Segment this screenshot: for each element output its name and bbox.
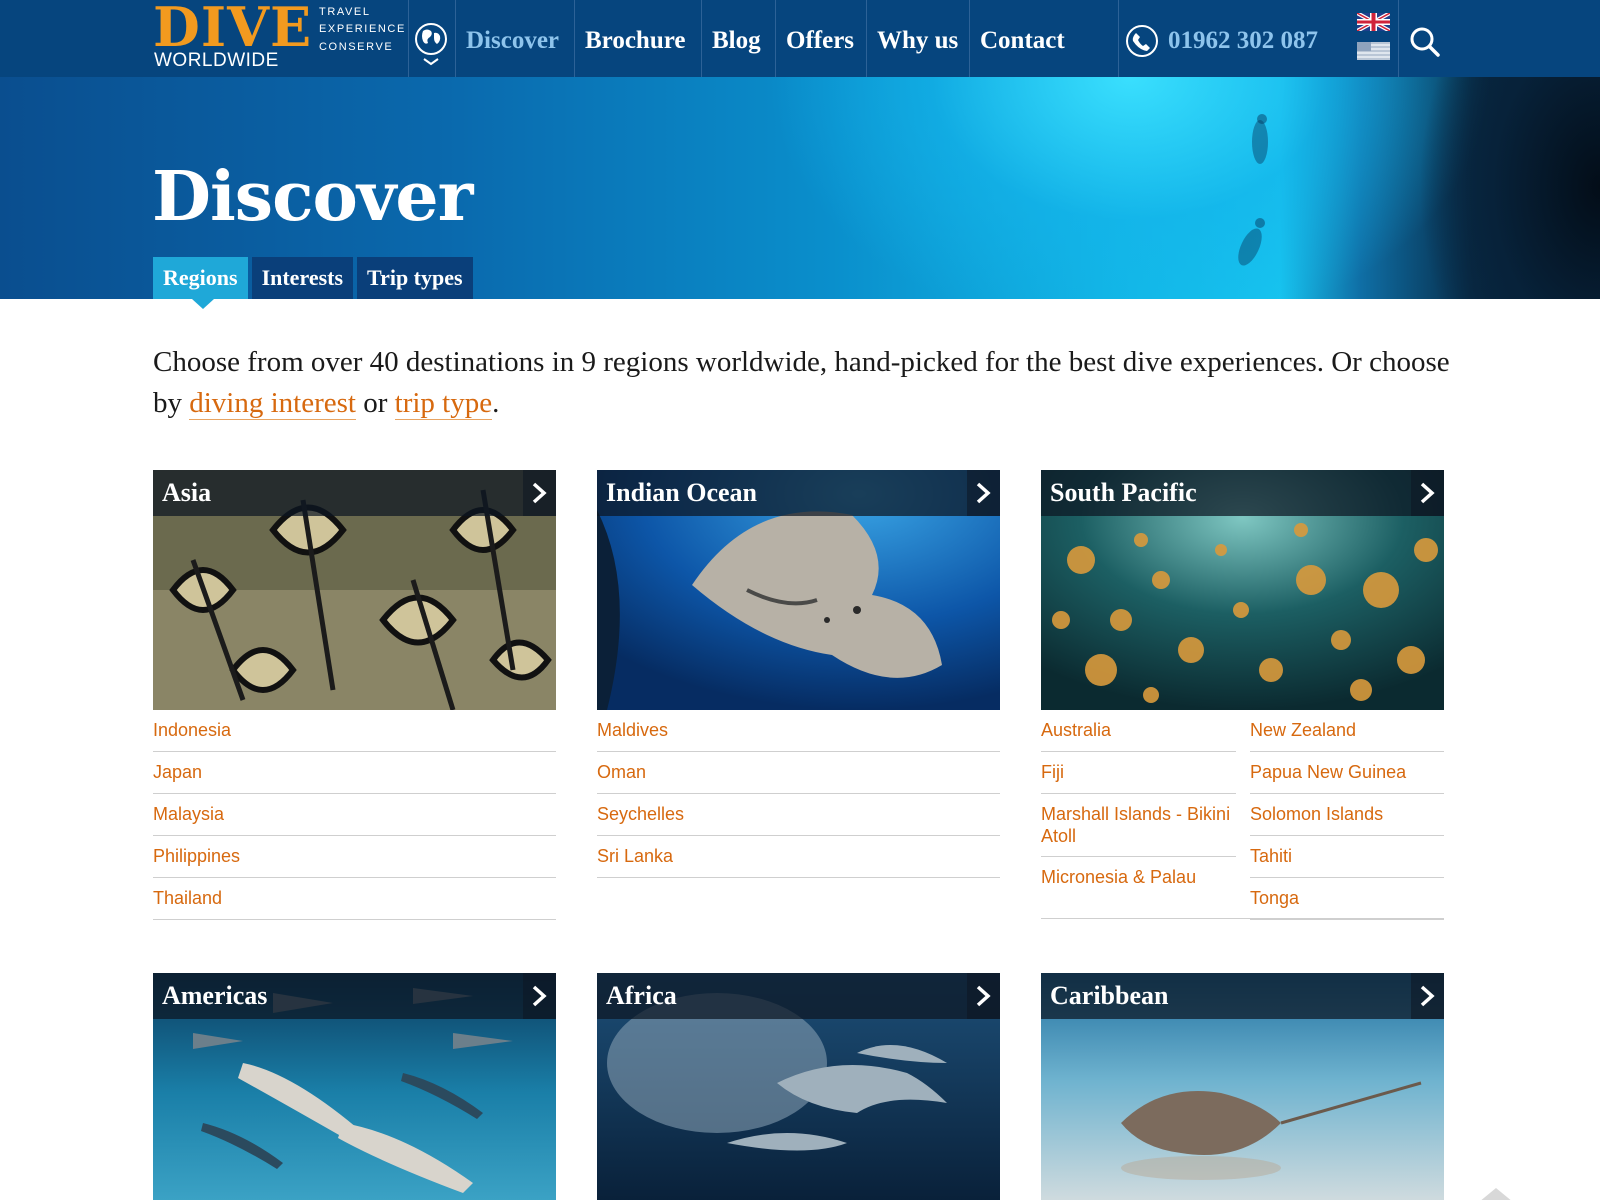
nav-divider <box>775 0 776 77</box>
phone-number: 01962 302 087 <box>1168 27 1318 54</box>
nav-blog[interactable]: Blog <box>712 21 761 61</box>
hero-cliff-shadow <box>1310 77 1600 299</box>
tab-regions[interactable]: Regions <box>153 257 248 299</box>
logo-tagline-conserve: CONSERVE <box>319 41 394 53</box>
list-divider <box>1041 918 1444 919</box>
country-link-sri-lanka[interactable]: Sri Lanka <box>597 836 1000 878</box>
region-title: Americas <box>162 981 268 1010</box>
nav-divider <box>1118 0 1119 77</box>
chevron-right-icon <box>1411 973 1444 1019</box>
chevron-right-icon <box>1411 470 1444 516</box>
discover-tabs: Regions Interests Trip types <box>153 257 477 299</box>
country-link-tahiti[interactable]: Tahiti <box>1250 836 1444 878</box>
region-title-bar: Caribbean <box>1041 973 1444 1019</box>
region-title: Caribbean <box>1050 981 1169 1010</box>
region-image-africa[interactable]: Africa <box>597 973 1000 1200</box>
intro-text: or <box>355 387 395 419</box>
back-to-top-icon[interactable] <box>1479 1188 1513 1200</box>
country-link-tonga[interactable]: Tonga <box>1250 878 1444 920</box>
top-navigation-bar: DIVE WORLDWIDE TRAVEL EXPERIENCE CONSERV… <box>0 0 1600 77</box>
nav-offers[interactable]: Offers <box>786 21 854 61</box>
country-link-fiji[interactable]: Fiji <box>1041 752 1236 794</box>
nav-brochure[interactable]: Brochure <box>585 21 685 61</box>
region-title-bar: South Pacific <box>1041 470 1444 516</box>
country-link-indonesia[interactable]: Indonesia <box>153 710 556 752</box>
nav-divider <box>455 0 456 77</box>
dive-worldwide-logo[interactable]: DIVE WORLDWIDE TRAVEL EXPERIENCE CONSERV… <box>153 0 406 72</box>
trip-type-link[interactable]: trip type <box>394 387 493 420</box>
nav-divider <box>1398 0 1399 77</box>
nav-contact[interactable]: Contact <box>980 21 1065 61</box>
country-link-solomon-islands[interactable]: Solomon Islands <box>1250 794 1444 836</box>
country-link-japan[interactable]: Japan <box>153 752 556 794</box>
country-link-papua-new-guinea[interactable]: Papua New Guinea <box>1250 752 1444 794</box>
region-title: Asia <box>162 478 212 507</box>
nav-divider <box>969 0 970 77</box>
globe-icon[interactable] <box>413 22 449 66</box>
search-icon[interactable] <box>1408 25 1442 59</box>
nav-divider <box>701 0 702 77</box>
country-link-philippines[interactable]: Philippines <box>153 836 556 878</box>
region-country-list-col1: Australia Fiji Marshall Islands - Bikini… <box>1041 710 1236 898</box>
nav-divider <box>866 0 867 77</box>
region-title: South Pacific <box>1050 478 1197 507</box>
logo-tagline-travel: TRAVEL <box>319 6 371 18</box>
country-link-micronesia-palau[interactable]: Micronesia & Palau <box>1041 857 1236 898</box>
nav-divider <box>408 0 409 77</box>
country-link-oman[interactable]: Oman <box>597 752 1000 794</box>
region-title: Africa <box>606 981 677 1010</box>
tab-trip-types[interactable]: Trip types <box>357 257 473 299</box>
nav-discover[interactable]: Discover <box>466 21 559 61</box>
phone-link[interactable]: 01962 302 087 <box>1125 24 1318 58</box>
country-link-thailand[interactable]: Thailand <box>153 878 556 920</box>
region-image-indian-ocean[interactable]: Indian Ocean <box>597 470 1000 710</box>
chevron-right-icon <box>967 973 1000 1019</box>
region-country-list: Maldives Oman Seychelles Sri Lanka <box>597 710 1000 878</box>
region-image-south-pacific[interactable]: South Pacific <box>1041 470 1444 710</box>
chevron-right-icon <box>967 470 1000 516</box>
nav-divider <box>574 0 575 77</box>
active-tab-pointer <box>192 299 214 309</box>
country-link-seychelles[interactable]: Seychelles <box>597 794 1000 836</box>
region-image-americas[interactable]: Americas <box>153 973 556 1200</box>
logo-subword: WORLDWIDE <box>154 50 279 71</box>
intro-text: . <box>492 387 500 419</box>
chevron-right-icon <box>523 973 556 1019</box>
us-flag-icon[interactable] <box>1357 42 1390 60</box>
diver-silhouettes <box>1238 114 1268 266</box>
region-title-bar: Indian Ocean <box>597 470 1000 516</box>
chevron-right-icon <box>523 470 556 516</box>
uk-flag-icon[interactable] <box>1356 11 1391 33</box>
logo-tagline-experience: EXPERIENCE <box>319 23 406 35</box>
region-title: Indian Ocean <box>606 478 757 507</box>
logo-word: DIVE <box>153 0 313 59</box>
region-title-bar: Asia <box>153 470 556 516</box>
region-country-list-col2: New Zealand Papua New Guinea Solomon Isl… <box>1250 710 1444 920</box>
tab-interests[interactable]: Interests <box>251 257 354 299</box>
country-link-australia[interactable]: Australia <box>1041 710 1236 752</box>
hero-banner: Discover Regions Interests Trip types <box>0 77 1600 299</box>
diving-interest-link[interactable]: diving interest <box>189 387 356 420</box>
region-country-list: Indonesia Japan Malaysia Philippines Tha… <box>153 710 556 920</box>
country-link-marshall-islands[interactable]: Marshall Islands - Bikini Atoll <box>1041 794 1236 857</box>
page-title: Discover <box>152 157 473 237</box>
region-image-asia[interactable]: Asia <box>153 470 556 710</box>
region-image-caribbean[interactable]: Caribbean <box>1041 973 1444 1200</box>
country-link-new-zealand[interactable]: New Zealand <box>1250 710 1444 752</box>
intro-paragraph: Choose from over 40 destinations in 9 re… <box>153 342 1453 424</box>
country-link-maldives[interactable]: Maldives <box>597 710 1000 752</box>
phone-icon <box>1126 25 1158 57</box>
nav-why-us[interactable]: Why us <box>877 21 958 61</box>
country-link-malaysia[interactable]: Malaysia <box>153 794 556 836</box>
region-title-bar: Americas <box>153 973 556 1019</box>
region-title-bar: Africa <box>597 973 1000 1019</box>
